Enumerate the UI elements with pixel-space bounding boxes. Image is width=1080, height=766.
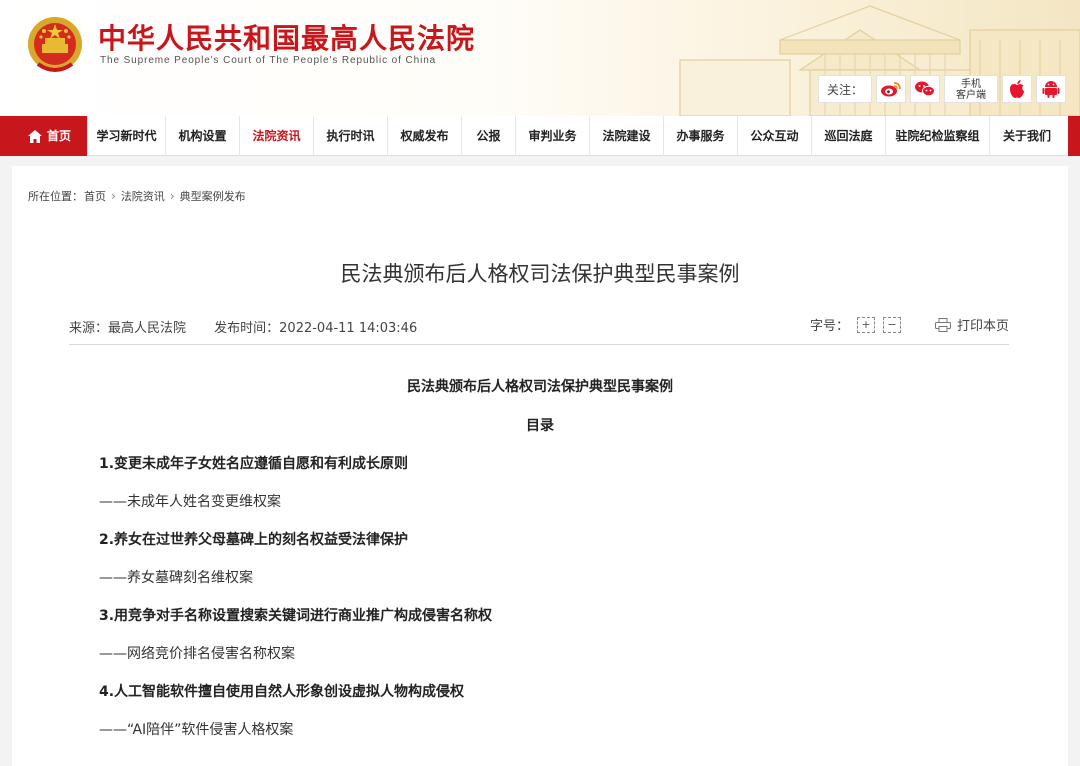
wechat-icon: [915, 81, 936, 97]
print-button[interactable]: 打印本页: [934, 315, 1009, 334]
mobile-client-line2: 客户端: [956, 90, 987, 101]
mobile-client-link[interactable]: 手机 客户端: [944, 75, 999, 103]
nav-item-trial-business[interactable]: 审判业务: [516, 116, 590, 156]
breadcrumb-home[interactable]: 首页: [84, 188, 106, 204]
case-subtitle-3: ——网络竞价排名侵害名称权案: [99, 646, 295, 662]
nav-item-court-construction[interactable]: 法院建设: [590, 116, 664, 156]
case-subtitle-4: ——“AI陪伴”软件侵害人格权案: [99, 722, 294, 738]
wechat-link[interactable]: [910, 75, 941, 103]
case-title-3: 3.用竞争对手名称设置搜索关键词进行商业推广构成侵害名称权: [99, 608, 493, 624]
nav-item-interaction[interactable]: 公众互动: [738, 116, 812, 156]
android-app-link[interactable]: [1036, 75, 1067, 103]
nav-item-discipline[interactable]: 驻院纪检监察组: [886, 116, 990, 156]
breadcrumb-chevron-icon: ›: [111, 189, 116, 203]
article-panel: 所在位置： 首页 › 法院资讯 › 典型案例发布 民法典颁布后人格权司法保护典型…: [12, 166, 1068, 766]
print-label: 打印本页: [956, 319, 1009, 334]
site-title: 中华人民共和国最高人民法院: [98, 22, 476, 55]
nav-item-about[interactable]: 关于我们: [990, 116, 1064, 156]
case-title-2: 2.养女在过世养父母墓碑上的刻名权益受法律保护: [99, 532, 409, 548]
breadcrumb-typical-cases[interactable]: 典型案例发布: [180, 188, 246, 204]
breadcrumb: 所在位置： 首页 › 法院资讯 › 典型案例发布: [28, 188, 246, 204]
nav-item-circuit-court[interactable]: 巡回法庭: [812, 116, 886, 156]
mobile-client-line1: 手机: [961, 79, 982, 90]
font-increase-button[interactable]: +: [856, 316, 875, 333]
ios-app-link[interactable]: [1002, 75, 1033, 103]
national-emblem-icon: [28, 17, 82, 72]
toc-heading: 目录: [526, 418, 554, 434]
site-subtitle: The Supreme People's Court of The People…: [100, 55, 437, 66]
nav-home-label: 首页: [46, 129, 71, 143]
nav-item-study[interactable]: 学习新时代: [88, 116, 166, 156]
nav-item-organization[interactable]: 机构设置: [166, 116, 240, 156]
font-size-label: 字号：: [809, 319, 849, 334]
article-body-title: 民法典颁布后人格权司法保护典型民事案例: [407, 379, 673, 395]
apple-icon: [1010, 80, 1025, 98]
weibo-icon: [881, 82, 901, 97]
main-nav-bar: 首页 学习新时代 机构设置 法院资讯 执行时讯 权威发布 公报 审判业务 法院建…: [12, 116, 1068, 156]
breadcrumb-chevron-icon: ›: [169, 189, 175, 203]
weibo-link[interactable]: [876, 75, 907, 103]
article-source: 来源：最高人民法院: [69, 321, 187, 336]
case-subtitle-1: ——未成年人姓名变更维权案: [99, 494, 281, 510]
home-icon: [27, 129, 42, 143]
follow-label: 关注：: [818, 75, 873, 103]
case-title-4: 4.人工智能软件擅自使用自然人形象创设虚拟人物构成侵权: [99, 684, 465, 700]
case-title-1: 1.变更未成年子女姓名应遵循自愿和有利成长原则: [99, 456, 409, 472]
printer-icon: [934, 317, 951, 332]
site-header: 中华人民共和国最高人民法院 The Supreme People's Court…: [0, 0, 1080, 116]
case-subtitle-2: ——养女墓碑刻名维权案: [99, 570, 253, 586]
article-title: 民法典颁布后人格权司法保护典型民事案例: [340, 262, 740, 286]
nav-item-gazette[interactable]: 公报: [462, 116, 516, 156]
nav-home[interactable]: 首页: [12, 116, 88, 156]
nav-item-court-news[interactable]: 法院资讯: [240, 116, 314, 156]
breadcrumb-court-news[interactable]: 法院资讯: [121, 188, 165, 204]
nav-item-enforcement-news[interactable]: 执行时讯: [314, 116, 388, 156]
nav-item-services[interactable]: 办事服务: [664, 116, 738, 156]
breadcrumb-prefix: 所在位置：: [28, 190, 83, 203]
article-publish-time: 发布时间：2022-04-11 14:03:46: [214, 321, 418, 336]
main-nav: 首页 学习新时代 机构设置 法院资讯 执行时讯 权威发布 公报 审判业务 法院建…: [0, 116, 1080, 156]
font-decrease-button[interactable]: −: [882, 316, 901, 333]
android-icon: [1042, 81, 1060, 98]
follow-links: 关注： 手机 客户端: [818, 74, 1068, 104]
nav-item-authoritative-release[interactable]: 权威发布: [388, 116, 462, 156]
article-meta: 来源：最高人民法院 发布时间：2022-04-11 14:03:46 字号： +…: [69, 310, 1009, 345]
